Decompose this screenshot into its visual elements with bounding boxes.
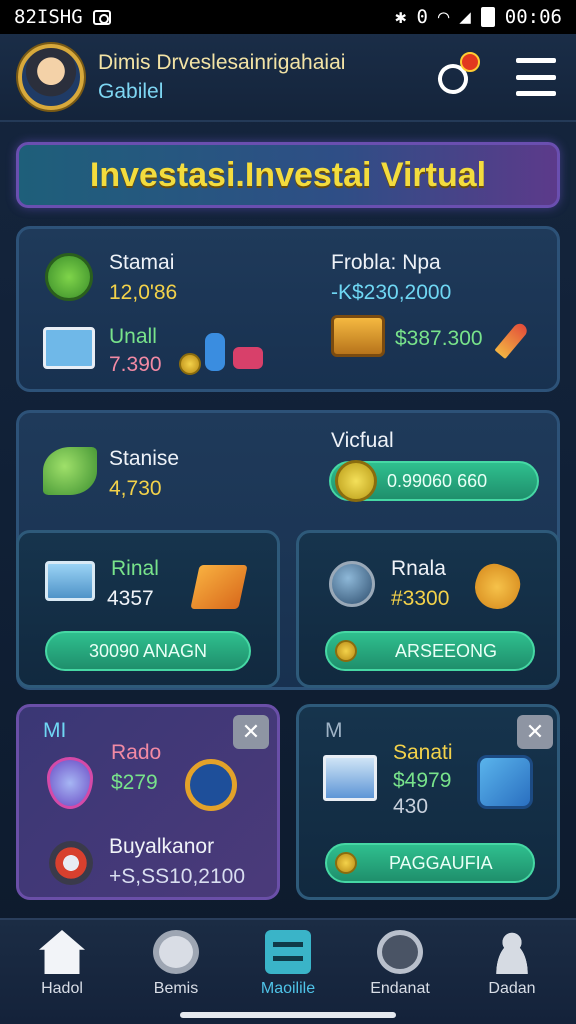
rnala-button-label: ARSEEONG	[395, 640, 498, 661]
sanati-button-label: PAGGAUFIA	[389, 852, 493, 873]
stat-value: 4,730	[109, 477, 162, 500]
money-bag-icon	[468, 558, 526, 616]
home-indicator[interactable]	[180, 1012, 396, 1018]
stat-label: Frobla: Npa	[331, 251, 441, 274]
rocket-icon	[494, 320, 530, 360]
nav-item-profile[interactable]: Dadan	[462, 930, 562, 1010]
nav-item-mobile[interactable]: Maoilile	[238, 930, 338, 1010]
bottom-nav: Hadol Bemis Maoilile Endanat Dadan	[0, 918, 576, 1024]
person-icon	[205, 333, 225, 371]
close-button[interactable]: ✕	[233, 715, 269, 749]
stat-value: 7.390	[109, 353, 162, 376]
controller-icon	[233, 347, 263, 369]
chart-board-icon	[43, 327, 95, 369]
nav-label: Hadol	[41, 980, 83, 997]
nav-label: Bemis	[153, 980, 199, 997]
user-name: Dimis Drveslesainrigahaiai	[98, 51, 346, 74]
wifi-icon: ◠	[437, 6, 450, 28]
avatar[interactable]	[18, 44, 84, 110]
stat-value: #3300	[391, 587, 450, 610]
menu-line-icon	[516, 91, 556, 96]
hamburger-menu-button[interactable]	[516, 58, 556, 96]
battery-icon	[480, 7, 495, 27]
badge-icon	[45, 253, 93, 301]
rinal-card[interactable]: Rinal 4357 30090 ANAGN	[16, 530, 280, 688]
card-tag: MI	[43, 719, 67, 742]
notification-button[interactable]	[433, 52, 480, 99]
nav-label: Maoilile	[260, 980, 316, 997]
user-subtitle: Gabilel	[98, 80, 164, 103]
globe-icon	[329, 561, 375, 607]
stat-value: 4357	[107, 587, 154, 610]
menu-line-icon	[516, 74, 556, 80]
nav-item-bemis[interactable]: Bemis	[126, 930, 226, 1010]
rado-card[interactable]: MI ✕ Rado $279 Buyalkanor +S,SS10,2100	[16, 704, 280, 900]
list-icon	[265, 930, 311, 974]
nav-item-home[interactable]: Hadol	[12, 930, 112, 1010]
card-tag: M	[325, 719, 343, 742]
rnala-card[interactable]: Rnala #3300 ARSEEONG	[296, 530, 560, 688]
stat-label: Rnala	[391, 557, 446, 580]
stat-value: $4979	[393, 769, 452, 792]
round-icon	[153, 930, 199, 974]
summary-card[interactable]: Stamai 12,0'86 Unall 7.390 Frobla: Npa -…	[16, 226, 560, 392]
coin-icon	[335, 460, 377, 502]
stat-label: Buyalkanor	[109, 835, 215, 858]
stat-value: 430	[393, 795, 429, 818]
stat-value: +S,SS10,2100	[109, 865, 246, 888]
monitor-chart-icon	[323, 755, 377, 801]
coin-icon	[335, 852, 357, 874]
stat-label: Stanise	[109, 447, 180, 470]
chat-bubble-icon	[477, 755, 533, 809]
status-time-left: 82ISHG	[14, 6, 83, 28]
folder-icon	[45, 561, 95, 601]
status-bar: 82ISHG ✱ 0 ◠ ◢ 00:06	[0, 0, 576, 34]
bluetooth-icon: ✱	[394, 6, 407, 28]
stat-label: Stamai	[109, 251, 175, 274]
gauge-icon	[377, 930, 423, 974]
menu-line-icon	[516, 58, 556, 63]
stat-value: 12,0'86	[109, 281, 178, 304]
stat-label: Sanati	[393, 741, 453, 764]
vibrate-icon: 0	[416, 6, 428, 28]
nav-label: Dadan	[488, 980, 536, 997]
stat-value: $387.300	[395, 327, 483, 350]
stat-value: -K$230,2000	[331, 281, 452, 304]
stat-label: Unall	[109, 325, 157, 348]
close-button[interactable]: ✕	[517, 715, 553, 749]
leaf-coin-icon	[43, 447, 97, 495]
person-icon	[489, 930, 535, 974]
rnala-action-button[interactable]: ARSEEONG	[325, 631, 535, 671]
nav-item-endanat[interactable]: Endanat	[350, 930, 450, 1010]
virtual-balance-value: 0.99060 660	[387, 470, 488, 491]
stat-label: Rado	[111, 741, 162, 764]
coin-icon	[179, 353, 201, 375]
trend-icon	[190, 565, 248, 609]
app-header: Dimis Drveslesainrigahaiai Gabilel	[0, 34, 576, 122]
page-title: Investasi.Investai Virtual	[89, 155, 487, 194]
target-icon	[49, 841, 93, 885]
stat-value: $279	[111, 771, 158, 794]
coin-icon	[335, 640, 357, 662]
virtual-balance-pill[interactable]: 0.99060 660	[329, 460, 539, 502]
exchange-icon	[185, 759, 237, 811]
camera-icon	[92, 9, 111, 25]
stat-label: Rinal	[111, 557, 159, 580]
sanati-action-button[interactable]: PAGGAUFIA	[325, 843, 535, 883]
stat-label: Vicfual	[331, 429, 394, 452]
rinal-action-button[interactable]: 30090 ANAGN	[45, 631, 251, 671]
nav-label: Endanat	[370, 980, 430, 997]
treasure-chest-icon	[331, 315, 385, 357]
notification-badge	[460, 52, 480, 72]
home-icon	[39, 930, 85, 974]
signal-icon: ◢	[459, 6, 471, 28]
page-title-banner: Investasi.Investai Virtual	[16, 142, 560, 208]
sanati-card[interactable]: M ✕ Sanati $4979 430 PAGGAUFIA	[296, 704, 560, 900]
status-time-right: 00:06	[504, 6, 562, 28]
shield-icon	[47, 757, 93, 809]
